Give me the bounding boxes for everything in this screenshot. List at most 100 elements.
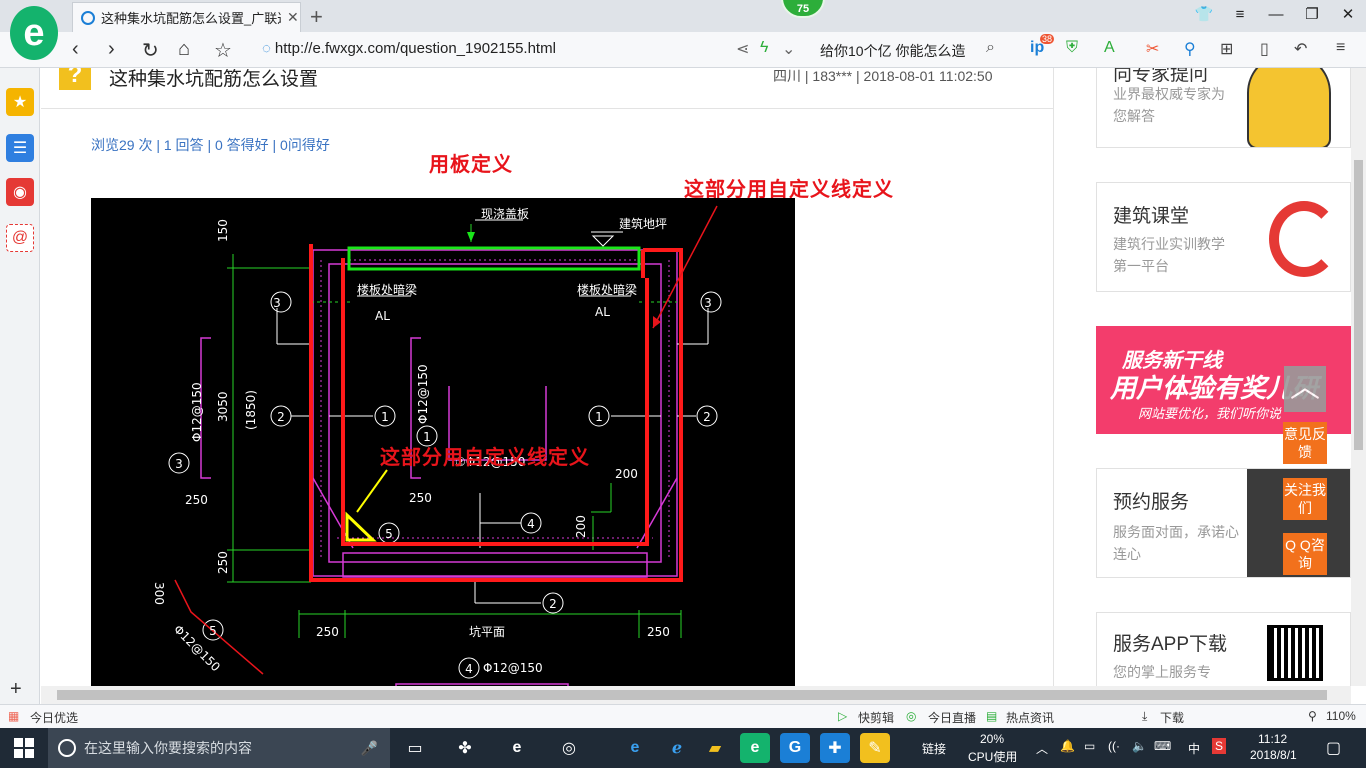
tab-close-button[interactable]: ✕ xyxy=(287,9,299,26)
score-badge[interactable]: 75 xyxy=(781,0,825,18)
card-title: 服务APP下载 xyxy=(1113,634,1228,655)
wifi-icon[interactable]: ((· xyxy=(1108,739,1120,753)
magnifier-icon[interactable]: ⚲ xyxy=(1184,39,1196,59)
window-controls: 👕 ≡ — ❐ ✕ xyxy=(1186,0,1366,32)
cad-mark-5a: 5 xyxy=(385,527,393,541)
main-menu-icon[interactable]: ≡ xyxy=(1336,39,1345,57)
action-center-icon[interactable]: ▢ xyxy=(1326,738,1341,758)
horizontal-scrollbar[interactable] xyxy=(41,686,1351,704)
taskbar-search[interactable]: 在这里输入你要搜索的内容 🎤 xyxy=(48,728,390,768)
volume-icon[interactable]: 🔈 xyxy=(1132,739,1147,753)
battery-icon[interactable]: ▭ xyxy=(1084,739,1095,753)
url-text: http://e.fwxgx.com/question_1902155.html xyxy=(274,40,556,57)
undo-icon[interactable]: ↶ xyxy=(1294,39,1307,59)
ie-browser-icon[interactable]: e xyxy=(502,733,532,763)
cad-mark-2c: 2 xyxy=(549,597,557,611)
browser-taskbar-icon[interactable]: e xyxy=(740,733,770,763)
mail-icon[interactable]: @ xyxy=(6,224,34,252)
vertical-scrollbar[interactable] xyxy=(1351,68,1366,686)
cad-mark-2b: 2 xyxy=(703,410,711,424)
clock-date[interactable]: 2018/8/1 xyxy=(1250,748,1297,762)
browser-logo-icon[interactable]: e xyxy=(10,6,58,60)
gift-icon: ▦ xyxy=(8,709,20,723)
title-bar: e 这种集水坑配筋怎么设置_广联达 ✕ + 75 👕 ≡ — ❐ ✕ xyxy=(0,0,1366,60)
tab-title: 这种集水坑配筋怎么设置_广联达 xyxy=(101,11,281,26)
status-link[interactable]: 快剪辑 xyxy=(858,709,894,726)
keyboard-icon[interactable]: ⌨ xyxy=(1154,739,1171,753)
share-icon[interactable]: ⋖ xyxy=(736,39,749,59)
mic-icon[interactable]: 🎤 xyxy=(361,728,378,768)
nav-bar: ‹ › ↻ ⌂ ☆ ◌ http://e.fwxgx.com/question_1… xyxy=(0,32,1366,68)
today-picks-link[interactable]: 今日优选 xyxy=(30,709,78,726)
status-link[interactable]: 热点资讯 xyxy=(1006,709,1054,726)
favorites-icon[interactable]: ★ xyxy=(6,88,34,116)
tray-up-icon[interactable]: ︿ xyxy=(1036,740,1048,757)
scroll-thumb[interactable] xyxy=(1354,160,1363,450)
browser-tab[interactable]: 这种集水坑配筋怎么设置_广联达 ✕ xyxy=(72,2,301,32)
card-subtitle: 建筑行业实训教学第一平台 xyxy=(1113,236,1225,274)
notes-icon[interactable]: ✎ xyxy=(860,733,890,763)
card-title: 预约服务 xyxy=(1113,492,1190,513)
list-icon[interactable]: ☰ xyxy=(6,134,34,162)
home-icon[interactable]: ⌂ xyxy=(178,38,190,61)
new-tab-button[interactable]: + xyxy=(310,4,323,30)
close-window-button[interactable]: ✕ xyxy=(1330,0,1366,32)
tablet-icon[interactable]: ▯ xyxy=(1260,39,1269,59)
question-stats[interactable]: 浏览29 次 | 1 回答 | 0 答得好 | 0问得好 xyxy=(91,135,330,155)
cad-mark-4a: 4 xyxy=(527,517,535,531)
plus-app-icon[interactable]: ✚ xyxy=(820,733,850,763)
notification-bell-icon[interactable]: 🔔 xyxy=(1060,739,1075,753)
lightning-icon[interactable]: ϟ xyxy=(760,39,768,57)
restore-button[interactable]: ❐ xyxy=(1294,0,1330,32)
follow-us-button[interactable]: 关注我们 xyxy=(1283,478,1327,520)
card-ask-expert[interactable]: 向专家提问 业界最权威专家为您解答 xyxy=(1096,68,1351,148)
menu-icon[interactable]: ≡ xyxy=(1222,0,1258,32)
swirl-app-icon[interactable]: ◎ xyxy=(554,733,584,763)
status-link[interactable]: 今日直播 xyxy=(928,709,976,726)
cad-dim-150: 150 xyxy=(216,219,230,242)
ime-indicator[interactable]: 中 xyxy=(1188,740,1200,757)
weibo-icon[interactable]: ◉ xyxy=(6,178,34,206)
glodon-g-icon[interactable]: G xyxy=(780,733,810,763)
search-input[interactable]: 给你10个亿 你能怎么造 xyxy=(820,41,965,61)
forward-icon[interactable]: › xyxy=(108,38,115,61)
expert-mascot-icon xyxy=(1247,68,1331,147)
card-building-class[interactable]: 建筑课堂 建筑行业实训教学第一平台 xyxy=(1096,182,1351,292)
clock-time[interactable]: 11:12 xyxy=(1258,732,1287,746)
ie-icon[interactable]: ℯ xyxy=(662,733,692,763)
task-view-icon[interactable]: ▭ xyxy=(400,733,430,763)
minimize-button[interactable]: — xyxy=(1258,0,1294,32)
scissors-icon[interactable]: ✂ xyxy=(1146,39,1159,59)
edge-icon[interactable]: e xyxy=(620,733,650,763)
cad-dim-250d: 250 xyxy=(316,625,339,639)
link-label[interactable]: 链接 xyxy=(922,740,946,757)
add-sidebar-icon[interactable]: + xyxy=(10,678,22,701)
cad-mark-3b: 3 xyxy=(704,296,712,310)
card-app-download[interactable]: 服务APP下载 您的掌上服务专 xyxy=(1096,612,1351,686)
qq-consult-button[interactable]: Q Q咨询 xyxy=(1283,533,1327,575)
reload-icon[interactable]: ↻ xyxy=(142,38,159,63)
search-icon[interactable]: ⌕ xyxy=(986,39,995,57)
address-bar[interactable]: ◌ http://e.fwxgx.com/question_1902155.htm… xyxy=(262,40,556,57)
chevron-down-icon[interactable]: ⌄ xyxy=(782,39,795,59)
cad-dim-300: 300 xyxy=(152,582,166,605)
status-link[interactable]: 下载 xyxy=(1160,709,1184,726)
feedback-button[interactable]: 意见反馈 xyxy=(1283,422,1327,464)
translate-icon[interactable]: A xyxy=(1104,39,1115,57)
scroll-thumb[interactable] xyxy=(57,690,1327,700)
zoom-level[interactable]: 110% xyxy=(1326,709,1356,723)
qr-code-icon xyxy=(1267,625,1323,681)
sogou-icon[interactable]: S xyxy=(1212,738,1227,754)
back-icon[interactable]: ‹ xyxy=(72,38,79,61)
fan-app-icon[interactable]: ✤ xyxy=(450,733,480,763)
folder-icon[interactable]: ▰ xyxy=(700,733,730,763)
star-icon[interactable]: ☆ xyxy=(214,38,232,63)
windows-start-icon[interactable] xyxy=(14,738,34,758)
cad-dim-200b: 200 xyxy=(574,515,588,538)
news-icon: ▤ xyxy=(986,709,998,723)
apps-icon[interactable]: ⊞ xyxy=(1220,39,1233,59)
shield-icon[interactable]: ⛨ xyxy=(1066,39,1078,57)
shirt-icon[interactable]: 👕 xyxy=(1186,0,1222,32)
page-title: 这种集水坑配筋怎么设置 xyxy=(109,69,319,90)
back-to-top-button[interactable]: ︿ xyxy=(1284,366,1326,412)
